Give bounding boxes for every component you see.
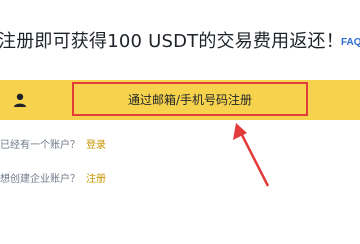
- enterprise-text: 想创建企业账户？: [0, 174, 80, 185]
- enterprise-register-link[interactable]: 注册: [86, 174, 106, 185]
- user-icon: [14, 93, 26, 107]
- signup-bar: 通过邮箱/手机号码注册: [0, 80, 360, 120]
- login-row: 已经有一个账户？ 登录: [0, 136, 106, 151]
- enterprise-row: 想创建企业账户？ 注册: [0, 170, 106, 185]
- highlight-box: [72, 82, 308, 116]
- login-link[interactable]: 登录: [86, 140, 106, 151]
- signup-page: 注册即可获得100 USDT的交易费用返还！ FAQ 通过邮箱/手机号码注册 已…: [0, 0, 360, 244]
- faq-link[interactable]: FAQ: [341, 37, 360, 48]
- have-account-text: 已经有一个账户？: [0, 140, 80, 151]
- page-title: 注册即可获得100 USDT的交易费用返还！: [0, 31, 344, 52]
